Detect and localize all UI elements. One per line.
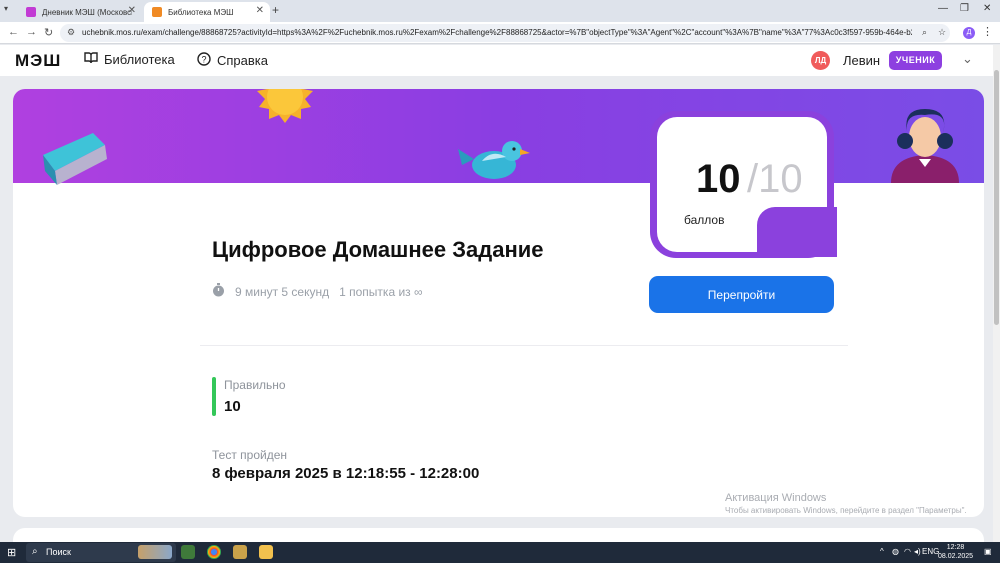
site-info-icon[interactable]: ⚙ xyxy=(67,27,75,38)
volume-icon[interactable]: ◂) xyxy=(914,547,921,556)
file-explorer-icon[interactable] xyxy=(259,545,273,559)
chevron-down-icon[interactable]: ⌄ xyxy=(962,51,973,67)
search-icon: ⌕ xyxy=(32,546,38,557)
score-label: баллов xyxy=(684,213,725,227)
windows-start-icon[interactable]: ⊞ xyxy=(7,546,16,559)
url-input[interactable]: ⚙ uchebnik.mos.ru/exam/challenge/8886872… xyxy=(60,24,950,42)
taskbar-widget-icon[interactable] xyxy=(138,545,172,559)
new-tab-icon[interactable]: + xyxy=(272,3,279,17)
wifi-icon[interactable]: ◠ xyxy=(904,547,911,556)
minimize-icon[interactable]: — xyxy=(938,3,948,14)
portrait-illustration-icon xyxy=(891,109,959,183)
score-value: 10 xyxy=(696,157,741,201)
url-text: uchebnik.mos.ru/exam/challenge/88868725?… xyxy=(82,28,912,37)
taskbar-search-label: Поиск xyxy=(46,547,71,557)
taskbar-clock[interactable]: 12:28 08.02.2025 xyxy=(938,543,973,561)
book-illustration-icon xyxy=(43,133,107,185)
bird-illustration-icon xyxy=(458,141,530,179)
zoom-icon[interactable]: ⌕ xyxy=(922,27,927,38)
test-meta: 9 минут 5 секунд 1 попытка из ∞ xyxy=(212,283,423,300)
maximize-icon[interactable]: ❐ xyxy=(960,3,969,14)
tab-search-icon[interactable]: ▾ xyxy=(4,4,8,13)
windows-taskbar: ⊞ ⌕ Поиск ^ ◍ ◠ ◂) ENG 12:28 08.02.2025 … xyxy=(0,542,1000,563)
windows-activation-text: Чтобы активировать Windows, перейдите в … xyxy=(725,506,967,515)
windows-activation-title: Активация Windows xyxy=(725,492,827,504)
passed-value: 8 февраля 2025 в 12:18:55 - 12:28:00 xyxy=(212,465,480,482)
clock-time: 12:28 xyxy=(946,544,965,551)
scrollbar-thumb[interactable] xyxy=(994,70,999,325)
bookmark-star-icon[interactable]: ☆ xyxy=(938,27,946,38)
forward-icon[interactable]: → xyxy=(26,26,37,38)
nav-help-label: Справка xyxy=(217,53,268,68)
stopwatch-icon xyxy=(212,283,225,300)
site-logo[interactable]: МЭШ xyxy=(15,51,61,71)
pinned-app-icon[interactable] xyxy=(233,545,247,559)
tray-chevron-up-icon[interactable]: ^ xyxy=(880,547,884,556)
book-icon xyxy=(84,52,98,67)
tab-title: Дневник МЭШ (Московская э xyxy=(42,7,132,17)
language-indicator[interactable]: ENG xyxy=(922,547,939,556)
chrome-app-icon[interactable] xyxy=(207,545,221,559)
library-favicon-icon xyxy=(152,7,162,17)
correct-value: 10 xyxy=(224,398,241,415)
browser-tab-bar: ▾ Дневник МЭШ (Московская э ✕ Библиотека… xyxy=(0,0,1000,22)
window-close-icon[interactable]: ✕ xyxy=(983,3,991,14)
score-box: 10 /10 баллов xyxy=(650,111,837,258)
browser-profile-avatar[interactable]: Д xyxy=(963,27,975,39)
minecraft-app-icon[interactable] xyxy=(181,545,195,559)
clock-date: 08.02.2025 xyxy=(938,553,974,560)
divider xyxy=(200,345,848,346)
tray-app-icon[interactable]: ◍ xyxy=(892,547,899,556)
retry-button[interactable]: Перепройти xyxy=(649,276,834,313)
diary-favicon-icon xyxy=(26,7,36,17)
notifications-icon[interactable]: ▣ xyxy=(984,547,992,556)
decorative-banner xyxy=(13,89,984,185)
nav-library-link[interactable]: Библиотека xyxy=(84,52,175,67)
user-avatar[interactable]: ЛД xyxy=(811,51,830,70)
back-icon[interactable]: ← xyxy=(8,26,19,38)
correct-label: Правильно xyxy=(224,378,286,392)
browser-tab-diary[interactable]: Дневник МЭШ (Московская э ✕ xyxy=(18,2,142,22)
browser-tab-library[interactable]: Библиотека МЭШ ✕ xyxy=(144,2,270,22)
correct-indicator-bar xyxy=(212,377,216,416)
tab-title: Библиотека МЭШ xyxy=(168,7,234,17)
help-icon: ? xyxy=(197,52,211,69)
test-title: Цифровое Домашнее Задание xyxy=(212,237,544,262)
score-corner-decoration xyxy=(757,207,837,257)
site-header: МЭШ Библиотека ? Справка ЛД Левин УЧЕНИК… xyxy=(0,45,993,76)
sun-illustration-icon xyxy=(257,89,313,123)
close-tab-icon[interactable]: ✕ xyxy=(256,5,264,16)
nav-library-label: Библиотека xyxy=(104,52,175,67)
result-card xyxy=(13,89,984,517)
passed-label: Тест пройден xyxy=(212,448,288,462)
duration-text: 9 минут 5 секунд xyxy=(235,284,330,299)
browser-menu-icon[interactable]: ⋮ xyxy=(982,25,993,38)
role-badge: УЧЕНИК xyxy=(889,51,942,70)
reload-icon[interactable]: ↻ xyxy=(44,26,53,39)
user-name[interactable]: Левин xyxy=(843,53,880,68)
score-max: /10 xyxy=(747,157,803,201)
nav-help-link[interactable]: ? Справка xyxy=(197,52,268,69)
attempts-text: 1 попытка из ∞ xyxy=(339,284,423,299)
browser-address-bar: ← → ↻ ⚙ uchebnik.mos.ru/exam/challenge/8… xyxy=(0,22,1000,44)
page-scrollbar[interactable] xyxy=(993,45,1000,542)
svg-text:?: ? xyxy=(201,55,206,65)
close-tab-icon[interactable]: ✕ xyxy=(128,5,136,16)
